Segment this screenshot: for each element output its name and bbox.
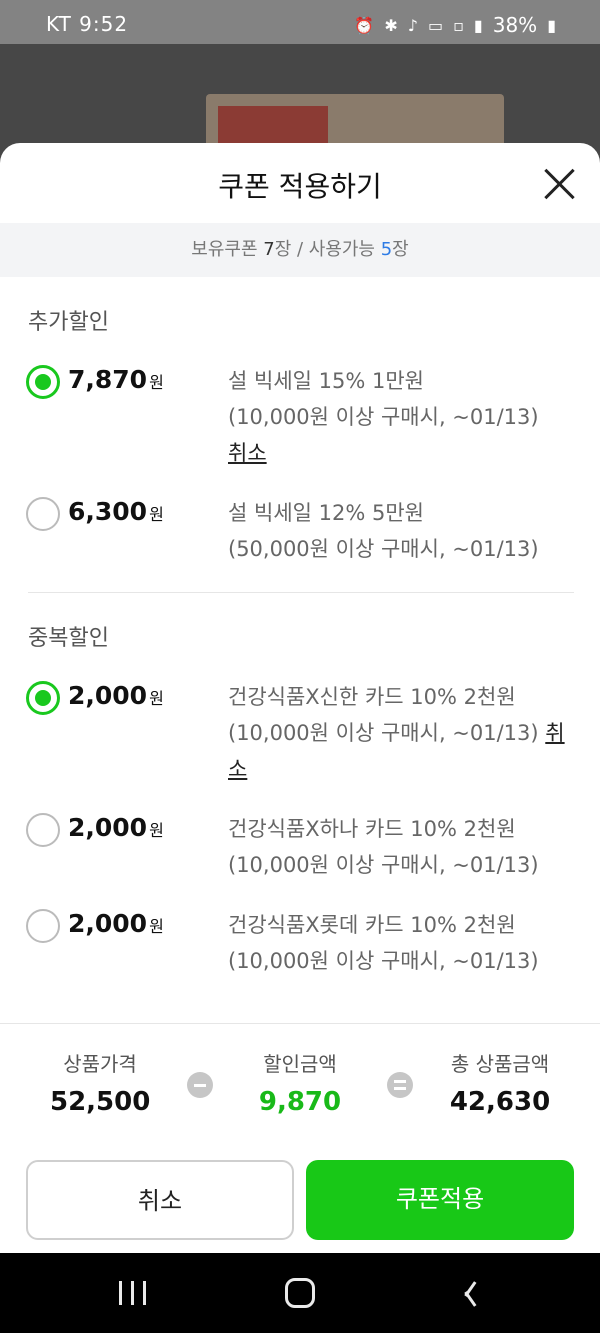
coupon-sheet: 쿠폰 적용하기 보유쿠폰 7장 / 사용가능 5장 추가할인 7,870 원 설 … [0,143,600,1253]
coupon-desc: 설 빅세일 12% 5만원 (50,000원 이상 구매시, ~01/13) [228,495,576,567]
back-icon[interactable] [460,1280,480,1306]
coupon-condition: (10,000원 이상 구매시, ~01/13) [228,853,539,877]
discount-label: 할인금액 [263,1052,337,1076]
coupon-name: 설 빅세일 12% 5만원 [228,501,424,525]
navigation-bar [0,1253,600,1333]
amount-unit: 원 [149,821,164,840]
coupon-condition: (50,000원 이상 구매시, ~01/13) [228,537,539,561]
coupon-radio[interactable] [26,813,60,847]
coupon-name: 건강식품X롯데 카드 10% 2천원 [228,913,516,937]
discount-summary: 할인금액 9,870 [250,1048,350,1117]
coupon-cancel-link[interactable]: 취 [545,721,564,745]
sheet-title: 쿠폰 적용하기 [218,170,382,203]
5g-icon: ▫ [453,15,464,35]
coupon-amount: 2,000 원 [68,813,164,842]
amount-unit: 원 [149,505,164,524]
coupon-name: 건강식품X신한 카드 10% 2천원 [228,685,516,709]
coupon-amount: 6,300 원 [68,497,164,526]
coupon-condition: (10,000원 이상 구매시, ~01/13) [228,721,546,745]
total-summary: 총 상품금액 42,630 [430,1048,570,1117]
amount-value: 2,000 [68,681,148,710]
amount-value: 2,000 [68,813,148,842]
amount-value: 6,300 [68,497,148,526]
owned-unit: 장 / 사용가능 [274,239,381,260]
owned-count: 7 [263,239,275,260]
coupon-desc: 설 빅세일 15% 1만원 (10,000원 이상 구매시, ~01/13) 취… [228,363,576,471]
amount-value: 7,870 [68,365,148,394]
alarm-icon: ⏰ [354,15,375,35]
section-title-stack: 중복할인 [28,626,109,651]
coupon-amount: 7,870 원 [68,365,164,394]
amount-value: 2,000 [68,909,148,938]
status-icons: ⏰ ✱ ♪ ▭ ▫ ▮ 38% ▮ [354,13,556,37]
battery-percent: 38% [492,13,538,37]
section-divider [28,592,574,593]
totals-divider [0,1023,600,1024]
coupon-amount: 2,000 원 [68,681,164,710]
hd-icon: ▭ [427,15,444,35]
mute-icon: ♪ [407,15,418,35]
coupon-amount: 2,000 원 [68,909,164,938]
coupon-name: 건강식품X하나 카드 10% 2천원 [228,817,516,841]
price-value: 52,500 [50,1087,151,1117]
discount-value: 9,870 [258,1087,342,1117]
total-value: 42,630 [449,1087,551,1117]
usable-unit: 장 [392,239,409,260]
coupon-radio-selected[interactable] [26,365,60,399]
amount-unit: 원 [149,689,164,708]
amount-unit: 원 [149,373,164,392]
coupon-cancel-link[interactable]: 취소 [228,441,267,465]
total-label: 총 상품금액 [450,1052,550,1076]
amount-unit: 원 [149,917,164,936]
coupon-condition: (10,000원 이상 구매시, ~01/13) [228,405,539,429]
home-icon[interactable] [285,1278,315,1308]
minus-icon [187,1072,213,1098]
coupon-name: 설 빅세일 15% 1만원 [228,369,424,393]
coupon-radio[interactable] [26,909,60,943]
price-summary: 상품가격 52,500 [50,1048,150,1117]
equals-icon [387,1072,413,1098]
bluetooth-icon: ✱ [384,15,398,35]
coupon-radio[interactable] [26,497,60,531]
owned-label: 보유쿠폰 [191,239,264,260]
coupon-desc: 건강식품X롯데 카드 10% 2천원 (10,000원 이상 구매시, ~01/… [228,907,576,979]
coupon-cancel-link-cont[interactable]: 소 [228,757,247,781]
signal-icon: ▮ [473,15,483,35]
battery-icon: ▮ [547,15,556,35]
coupon-desc: 건강식품X하나 카드 10% 2천원 (10,000원 이상 구매시, ~01/… [228,811,576,883]
coupon-summary: 보유쿠폰 7장 / 사용가능 5장 [0,223,600,277]
carrier-time: KT 9:52 [46,12,129,36]
apply-coupon-button[interactable]: 쿠폰적용 [306,1160,574,1240]
status-bar: KT 9:52 ⏰ ✱ ♪ ▭ ▫ ▮ 38% ▮ [0,0,600,44]
price-label: 상품가격 [63,1052,137,1076]
coupon-condition: (10,000원 이상 구매시, ~01/13) [228,949,539,973]
cancel-button[interactable]: 취소 [26,1160,294,1240]
coupon-radio-selected[interactable] [26,681,60,715]
usable-count: 5 [380,239,393,260]
coupon-desc: 건강식품X신한 카드 10% 2천원 (10,000원 이상 구매시, ~01/… [228,679,576,787]
section-title-extra: 추가할인 [28,310,109,335]
close-icon[interactable] [542,167,576,201]
recent-apps-icon[interactable] [119,1281,147,1305]
